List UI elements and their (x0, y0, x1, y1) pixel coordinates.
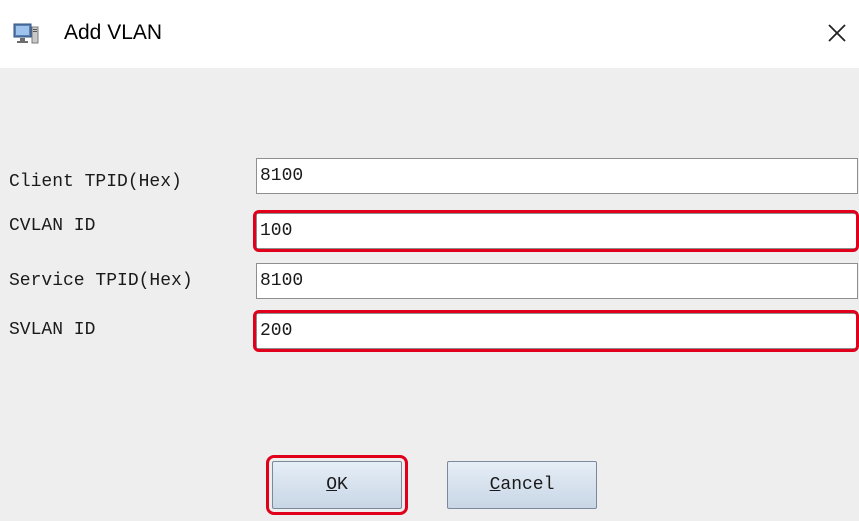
network-computer-icon (13, 23, 39, 44)
close-icon[interactable] (822, 18, 852, 48)
service-tpid-field[interactable] (256, 263, 858, 299)
svlan-id-field[interactable] (256, 313, 858, 349)
cancel-label-rest: ancel (500, 475, 555, 495)
cvlan-id-label: CVLAN ID (9, 216, 96, 236)
svlan-id-label: SVLAN ID (9, 320, 96, 340)
dialog-content: Client TPID(Hex) CVLAN ID Service TPID(H… (0, 68, 859, 521)
client-tpid-field[interactable] (256, 158, 858, 194)
ok-mnemonic: O (326, 475, 337, 495)
cvlan-id-field[interactable] (256, 213, 858, 249)
window-title: Add VLAN (64, 21, 163, 44)
ok-label-rest: K (337, 475, 348, 495)
ok-button[interactable]: OK (272, 461, 402, 509)
cancel-mnemonic: C (489, 475, 501, 495)
client-tpid-label: Client TPID(Hex) (9, 172, 182, 192)
cancel-button[interactable]: Cancel (447, 461, 597, 509)
service-tpid-label: Service TPID(Hex) (9, 271, 193, 291)
title-bar: Add VLAN (0, 0, 859, 68)
